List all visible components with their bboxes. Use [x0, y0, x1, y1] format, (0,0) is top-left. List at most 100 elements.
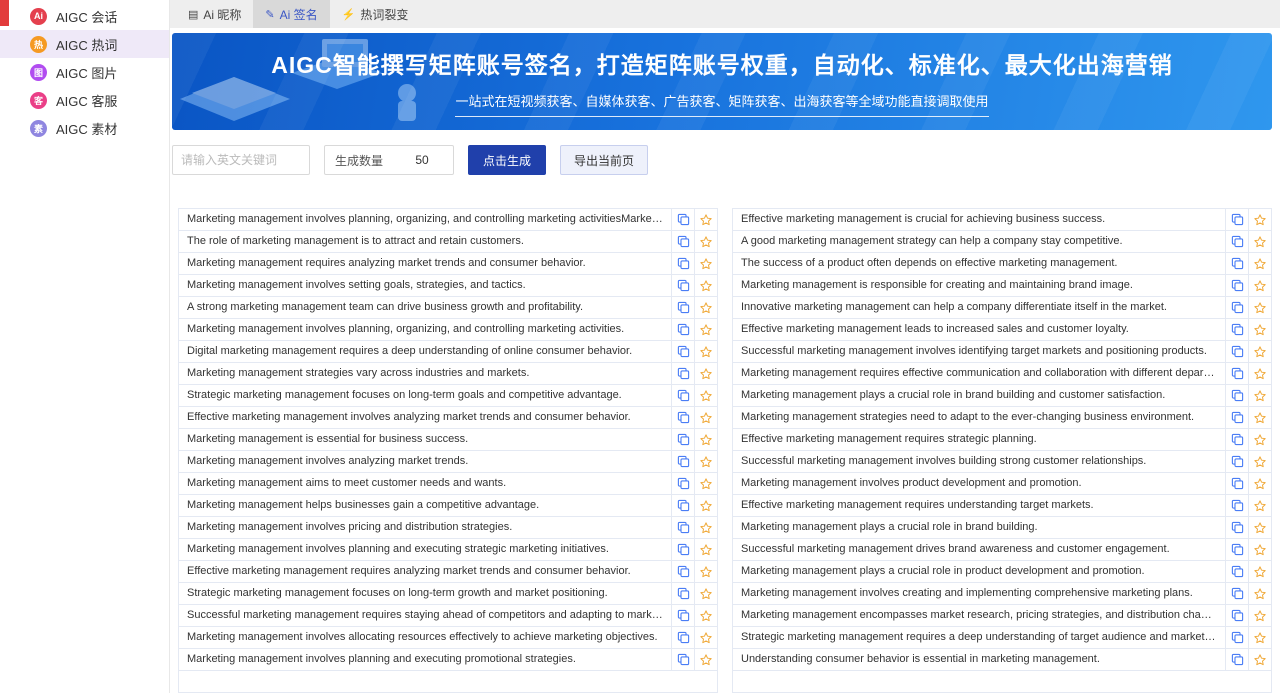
copy-button[interactable]: [1225, 583, 1248, 604]
star-icon: [1253, 279, 1267, 293]
favorite-button[interactable]: [694, 341, 717, 362]
favorite-button[interactable]: [1248, 297, 1271, 318]
copy-button[interactable]: [1225, 649, 1248, 670]
copy-button[interactable]: [671, 495, 694, 516]
favorite-button[interactable]: [1248, 517, 1271, 538]
sidebar-item-aigc-material[interactable]: 素 AIGC 素材: [0, 114, 169, 142]
export-button[interactable]: 导出当前页: [560, 145, 648, 175]
copy-button[interactable]: [1225, 319, 1248, 340]
copy-button[interactable]: [671, 605, 694, 626]
copy-button[interactable]: [671, 473, 694, 494]
favorite-button[interactable]: [1248, 407, 1271, 428]
copy-button[interactable]: [671, 407, 694, 428]
copy-button[interactable]: [1225, 275, 1248, 296]
copy-button[interactable]: [671, 429, 694, 450]
generate-button[interactable]: 点击生成: [468, 145, 546, 175]
copy-button[interactable]: [671, 253, 694, 274]
copy-button[interactable]: [1225, 539, 1248, 560]
favorite-button[interactable]: [694, 319, 717, 340]
copy-button[interactable]: [1225, 473, 1248, 494]
favorite-button[interactable]: [1248, 253, 1271, 274]
favorite-button[interactable]: [1248, 539, 1271, 560]
favorite-button[interactable]: [694, 649, 717, 670]
copy-button[interactable]: [1225, 231, 1248, 252]
keyword-input[interactable]: [172, 145, 310, 175]
favorite-button[interactable]: [1248, 209, 1271, 230]
copy-button[interactable]: [671, 627, 694, 648]
copy-button[interactable]: [671, 561, 694, 582]
copy-button[interactable]: [1225, 363, 1248, 384]
copy-button[interactable]: [671, 385, 694, 406]
favorite-button[interactable]: [1248, 231, 1271, 252]
copy-button[interactable]: [1225, 407, 1248, 428]
favorite-button[interactable]: [1248, 495, 1271, 516]
copy-button[interactable]: [671, 341, 694, 362]
favorite-button[interactable]: [1248, 319, 1271, 340]
tab-ai-signature[interactable]: ✎ Ai 签名: [253, 0, 329, 28]
favorite-button[interactable]: [1248, 385, 1271, 406]
favorite-button[interactable]: [1248, 649, 1271, 670]
copy-button[interactable]: [1225, 341, 1248, 362]
copy-button[interactable]: [671, 539, 694, 560]
tab-hotword-fission[interactable]: ⚡ 热词裂变: [330, 0, 421, 28]
favorite-button[interactable]: [1248, 341, 1271, 362]
favorite-button[interactable]: [694, 385, 717, 406]
copy-button[interactable]: [671, 583, 694, 604]
copy-button[interactable]: [1225, 495, 1248, 516]
copy-button[interactable]: [671, 319, 694, 340]
copy-button[interactable]: [671, 363, 694, 384]
favorite-button[interactable]: [1248, 605, 1271, 626]
favorite-button[interactable]: [694, 253, 717, 274]
sidebar-item-aigc-chat[interactable]: Ai AIGC 会话: [0, 2, 169, 30]
favorite-button[interactable]: [1248, 363, 1271, 384]
copy-button[interactable]: [1225, 451, 1248, 472]
tab-ai-nickname[interactable]: ▤ Ai 昵称: [176, 0, 253, 28]
favorite-button[interactable]: [1248, 429, 1271, 450]
copy-button[interactable]: [1225, 209, 1248, 230]
favorite-button[interactable]: [1248, 583, 1271, 604]
copy-button[interactable]: [671, 297, 694, 318]
sidebar-item-aigc-service[interactable]: 客 AIGC 客服: [0, 86, 169, 114]
favorite-button[interactable]: [694, 539, 717, 560]
favorite-button[interactable]: [694, 473, 717, 494]
favorite-button[interactable]: [694, 561, 717, 582]
favorite-button[interactable]: [1248, 451, 1271, 472]
copy-button[interactable]: [671, 231, 694, 252]
sidebar-item-label: AIGC 会话: [56, 7, 117, 26]
favorite-button[interactable]: [694, 363, 717, 384]
copy-button[interactable]: [1225, 627, 1248, 648]
favorite-button[interactable]: [694, 583, 717, 604]
copy-button[interactable]: [1225, 517, 1248, 538]
favorite-button[interactable]: [1248, 627, 1271, 648]
copy-button[interactable]: [1225, 561, 1248, 582]
sidebar-item-aigc-hotwords[interactable]: 热 AIGC 热词: [0, 30, 169, 58]
copy-button[interactable]: [1225, 429, 1248, 450]
favorite-button[interactable]: [1248, 561, 1271, 582]
favorite-button[interactable]: [694, 605, 717, 626]
copy-button[interactable]: [671, 451, 694, 472]
favorite-button[interactable]: [694, 275, 717, 296]
copy-button[interactable]: [671, 517, 694, 538]
favorite-button[interactable]: [1248, 473, 1271, 494]
copy-button[interactable]: [671, 275, 694, 296]
copy-button[interactable]: [671, 649, 694, 670]
favorite-button[interactable]: [694, 407, 717, 428]
favorite-button[interactable]: [694, 429, 717, 450]
copy-button[interactable]: [1225, 297, 1248, 318]
favorite-button[interactable]: [694, 517, 717, 538]
favorite-button[interactable]: [694, 495, 717, 516]
count-input[interactable]: [393, 153, 451, 167]
copy-button[interactable]: [1225, 385, 1248, 406]
star-icon: [1253, 389, 1267, 403]
favorite-button[interactable]: [694, 451, 717, 472]
favorite-button[interactable]: [694, 231, 717, 252]
favorite-button[interactable]: [694, 297, 717, 318]
star-icon: [1253, 565, 1267, 579]
sidebar-item-aigc-image[interactable]: 图 AIGC 图片: [0, 58, 169, 86]
favorite-button[interactable]: [694, 627, 717, 648]
favorite-button[interactable]: [694, 209, 717, 230]
copy-button[interactable]: [1225, 605, 1248, 626]
copy-button[interactable]: [1225, 253, 1248, 274]
copy-button[interactable]: [671, 209, 694, 230]
favorite-button[interactable]: [1248, 275, 1271, 296]
